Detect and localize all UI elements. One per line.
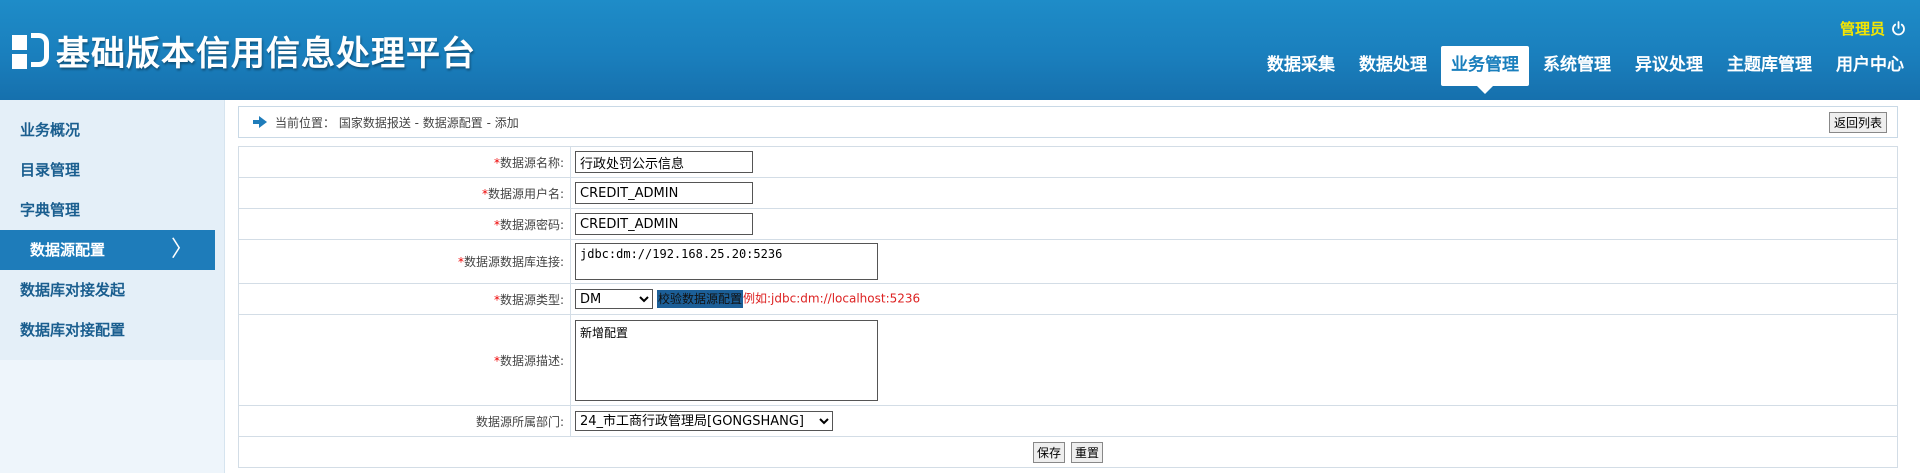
arrow-right-icon bbox=[253, 116, 267, 128]
reset-button[interactable]: 重置 bbox=[1071, 441, 1104, 463]
connection-url-textarea[interactable]: jdbc:dm://192.168.25.20:5236 bbox=[575, 243, 878, 280]
nav-theme-library[interactable]: 主题库管理 bbox=[1717, 46, 1822, 86]
datasource-username-input[interactable] bbox=[575, 182, 753, 204]
name-label: 数据源名称: bbox=[499, 155, 564, 170]
form-row-name: *数据源名称: bbox=[238, 146, 1898, 178]
top-header: 基础版本信用信息处理平台 管理员 数据采集 数据处理 业务管理 系统管理 异议处… bbox=[0, 0, 1920, 100]
username-link[interactable]: 管理员 bbox=[1840, 18, 1885, 39]
password-label: 数据源密码: bbox=[499, 217, 564, 232]
power-icon[interactable] bbox=[1891, 21, 1906, 36]
type-label: 数据源类型: bbox=[499, 292, 564, 307]
datasource-form: *数据源名称: *数据源用户名: *数据源密码: *数据源数据库连接: jdbc… bbox=[238, 146, 1898, 468]
breadcrumb: 当前位置： 国家数据报送 - 数据源配置 - 添加 返回列表 bbox=[238, 106, 1898, 138]
sidebar-item-db-connect-config[interactable]: 数据库对接配置 bbox=[0, 310, 224, 350]
app-logo: 基础版本信用信息处理平台 bbox=[12, 28, 476, 74]
save-button[interactable]: 保存 bbox=[1032, 441, 1065, 463]
verify-config-link[interactable]: 校验数据源配置 bbox=[657, 289, 744, 308]
nav-user-center[interactable]: 用户中心 bbox=[1826, 46, 1914, 86]
sidebar-item-label: 数据源配置 bbox=[30, 241, 106, 259]
sidebar-item-db-connect-init[interactable]: 数据库对接发起 bbox=[0, 270, 224, 310]
form-row-description: *数据源描述: 新增配置 bbox=[238, 314, 1898, 406]
sidebar-item-catalog[interactable]: 目录管理 bbox=[0, 150, 224, 190]
description-textarea[interactable]: 新增配置 bbox=[575, 319, 878, 401]
chevron-right-icon: 〉 bbox=[170, 237, 193, 262]
department-label: 数据源所属部门: bbox=[475, 414, 564, 429]
nav-business-management[interactable]: 业务管理 bbox=[1441, 46, 1529, 94]
main-nav: 数据采集 数据处理 业务管理 系统管理 异议处理 主题库管理 用户中心 bbox=[1253, 46, 1914, 94]
nav-objection-handling[interactable]: 异议处理 bbox=[1625, 46, 1713, 86]
nav-data-processing[interactable]: 数据处理 bbox=[1349, 46, 1437, 86]
app-title: 基础版本信用信息处理平台 bbox=[56, 33, 476, 74]
type-hint: 例如:jdbc:dm://localhost:5236 bbox=[743, 291, 921, 306]
sidebar-menu: 业务概况 目录管理 字典管理 数据源配置 〉 数据库对接发起 数据库对接配置 bbox=[0, 100, 224, 360]
form-row-password: *数据源密码: bbox=[238, 208, 1898, 240]
user-label: 数据源用户名: bbox=[487, 186, 564, 201]
breadcrumb-text: 当前位置： 国家数据报送 - 数据源配置 - 添加 bbox=[275, 115, 519, 130]
nav-data-collection[interactable]: 数据采集 bbox=[1257, 46, 1345, 86]
form-row-type: *数据源类型: DM 校验数据源配置例如:jdbc:dm://localhost… bbox=[238, 283, 1898, 315]
back-to-list-button[interactable]: 返回列表 bbox=[1828, 112, 1887, 133]
nav-system-management[interactable]: 系统管理 bbox=[1533, 46, 1621, 86]
datasource-name-input[interactable] bbox=[575, 151, 753, 173]
sidebar: 业务概况 目录管理 字典管理 数据源配置 〉 数据库对接发起 数据库对接配置 bbox=[0, 100, 225, 473]
form-row-connection: *数据源数据库连接: jdbc:dm://192.168.25.20:5236 bbox=[238, 239, 1898, 284]
department-select[interactable]: 24_市工商行政管理局[GONGSHANG] bbox=[575, 411, 833, 431]
user-box: 管理员 bbox=[1840, 18, 1906, 39]
datasource-type-select[interactable]: DM bbox=[575, 289, 653, 309]
logo-icon bbox=[12, 31, 50, 69]
sidebar-item-business-overview[interactable]: 业务概况 bbox=[0, 110, 224, 150]
connection-label: 数据源数据库连接: bbox=[463, 255, 564, 269]
form-row-user: *数据源用户名: bbox=[238, 177, 1898, 209]
sidebar-item-dictionary[interactable]: 字典管理 bbox=[0, 190, 224, 230]
main-content: 当前位置： 国家数据报送 - 数据源配置 - 添加 返回列表 *数据源名称: *… bbox=[238, 106, 1898, 468]
description-label: 数据源描述: bbox=[499, 353, 564, 368]
datasource-password-input[interactable] bbox=[575, 213, 753, 235]
form-row-department: 数据源所属部门: 24_市工商行政管理局[GONGSHANG] bbox=[238, 405, 1898, 437]
form-row-actions: 保存 重置 bbox=[238, 436, 1898, 468]
sidebar-item-datasource[interactable]: 数据源配置 〉 bbox=[0, 230, 215, 270]
